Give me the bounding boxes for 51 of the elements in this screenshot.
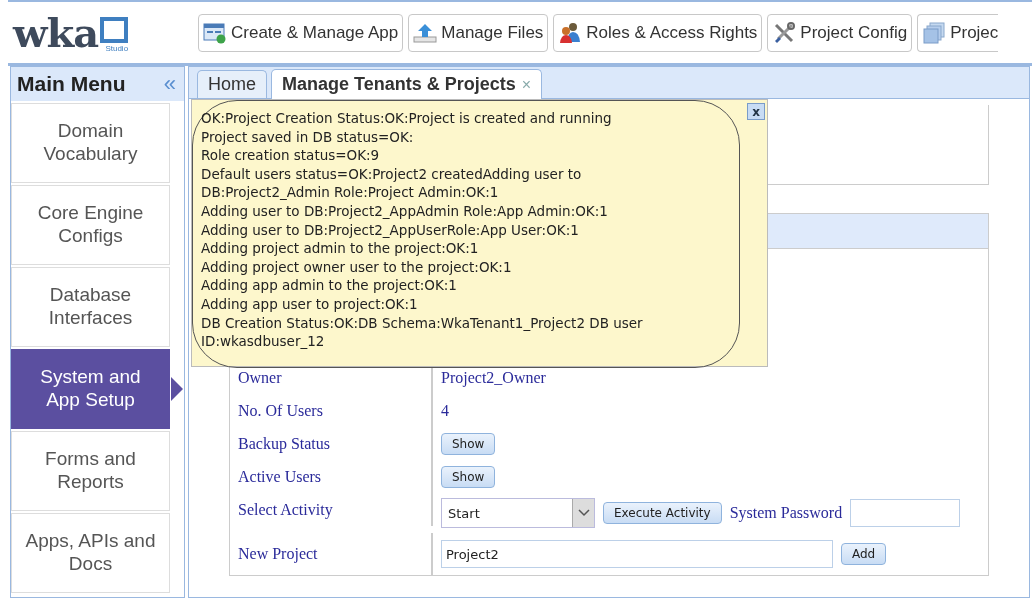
message-line: DB:Project2_Admin Role:Project Admin:OK:1 [201, 183, 500, 202]
upload-icon [413, 21, 438, 44]
message-line: Project saved in DB status=OK: [201, 127, 415, 147]
show-button[interactable]: Show [441, 465, 496, 488]
field-label: No. Of Users [230, 394, 433, 427]
stack-icon [922, 21, 947, 44]
field-label: Active Users [230, 460, 433, 493]
sidebar-item[interactable]: Apps, APIs and Docs [11, 513, 170, 593]
close-button[interactable]: x [747, 103, 765, 120]
field-label: Select Activity [230, 493, 433, 526]
message-line: DB Creation Status:OK:DB Schema:WkaTenant1_Project2 DB user [201, 313, 644, 333]
toolbar-button[interactable]: Roles & Access Rights [553, 13, 763, 52]
password-field[interactable] [850, 499, 961, 527]
toolbar-button[interactable]: Create & Manage App [198, 13, 404, 52]
sidebar-item[interactable]: System and App Setup [11, 349, 170, 429]
caret-icon [577, 509, 590, 517]
message-line: ID:wkasdbuser_12 [201, 332, 326, 351]
tab[interactable]: Home [197, 70, 267, 98]
message-line: Role creation status=OK:9 [201, 146, 381, 165]
message-line: Adding app admin to the project:OK:1 [201, 276, 458, 295]
field-value: 4 [441, 400, 449, 421]
toolbar-button[interactable]: Projec [917, 13, 999, 52]
sidebar-title: Main Menu [17, 71, 126, 98]
people-icon [558, 21, 583, 44]
activity-dropdown[interactable]: Start [441, 498, 595, 528]
form-icon [203, 21, 227, 44]
selection-arrow [171, 377, 183, 401]
show-button[interactable]: Show [441, 432, 496, 455]
sidebar-item[interactable]: Forms and Reports [11, 431, 170, 511]
message-line: Default users status=OK:Project2 createdAdding user to [201, 164, 583, 184]
toolbar-button[interactable]: Project Config [767, 13, 913, 52]
message-line: Adding project owner user to the project:OK:1 [201, 257, 513, 277]
project-name-field[interactable]: Project2 [441, 540, 833, 568]
field-label: System Password [729, 503, 843, 524]
message-line: Adding user to DB:Project2_AppUserRole:App User:OK:1 [201, 220, 580, 240]
tools-icon [772, 21, 797, 44]
sidebar-item[interactable]: Domain Vocabulary [11, 103, 170, 183]
sidebar-item[interactable]: Core Engine Configs [11, 185, 170, 265]
sidebar-item[interactable]: Database Interfaces [11, 267, 170, 347]
field-label: Backup Status [230, 427, 433, 460]
field-label: New Project [230, 533, 433, 575]
execute-button[interactable]: Execute Activity [603, 502, 722, 524]
message-line: OK:Project Creation Status:OK:Project is created and running [201, 109, 613, 128]
field-value: Project2_Owner [441, 367, 546, 389]
toolbar-button[interactable]: Manage Files [408, 13, 549, 52]
message-line: Adding project admin to the project:OK:1 [201, 239, 480, 258]
tab[interactable]: Manage Tenants & Projects × [271, 69, 543, 99]
logo: wka Studio [13, 12, 130, 53]
message-line: Adding app user to project:OK:1 [201, 294, 419, 314]
add-button[interactable]: Add [841, 543, 887, 565]
message-line: Adding user to DB:Project2_AppAdmin Role:App Admin:OK:1 [201, 201, 609, 221]
